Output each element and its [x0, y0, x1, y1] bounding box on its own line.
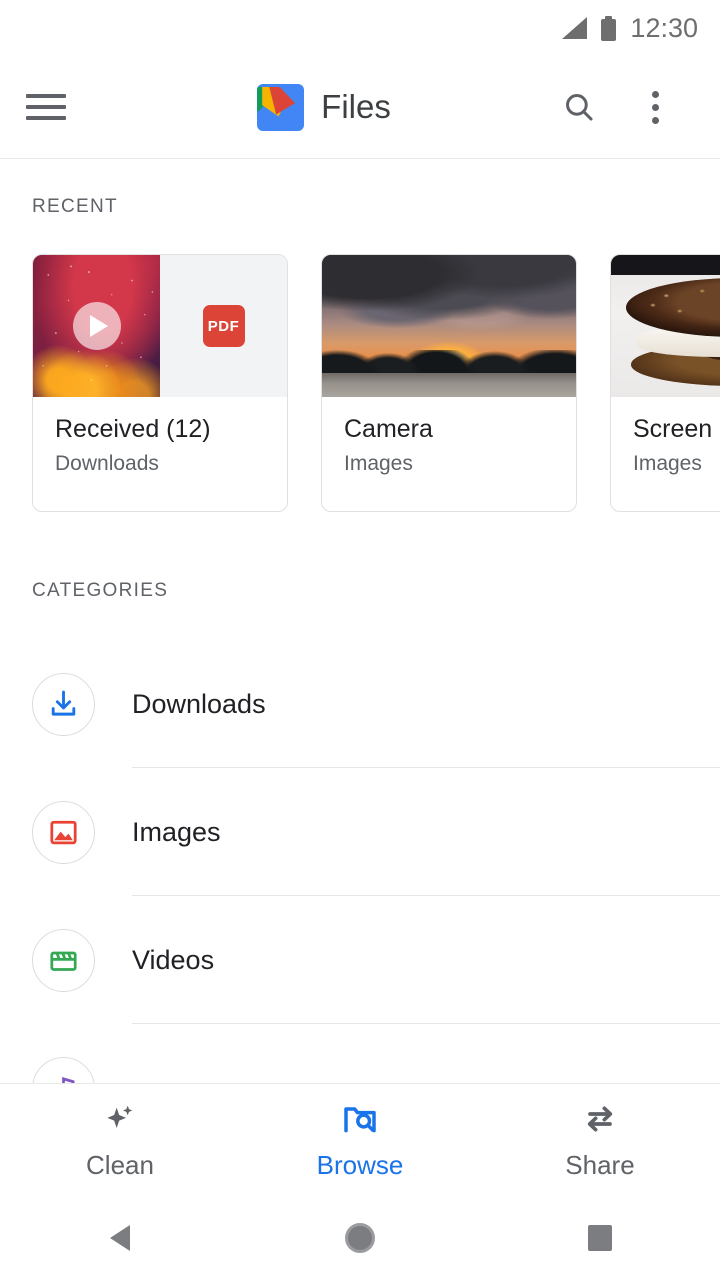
category-label: Images — [132, 817, 221, 848]
recent-card-meta: Received (12) Downloads — [33, 397, 287, 496]
recent-card-subtitle: Downloads — [55, 452, 265, 476]
nav-tab-label: Browse — [317, 1150, 404, 1181]
recent-card-meta: Camera Images — [322, 397, 576, 496]
recent-card-subtitle: Images — [344, 452, 554, 476]
recent-card-title: Camera — [344, 415, 554, 444]
search-icon[interactable] — [556, 84, 602, 130]
play-icon[interactable] — [73, 302, 121, 350]
recent-section-label: RECENT — [32, 196, 118, 218]
nav-tab-clean[interactable]: Clean — [0, 1099, 240, 1181]
recents-square-icon[interactable] — [480, 1225, 720, 1251]
more-vert-icon[interactable] — [632, 84, 678, 130]
back-triangle-icon[interactable] — [0, 1225, 240, 1251]
app-bar-divider — [0, 158, 720, 159]
category-row-videos[interactable]: Videos — [0, 896, 720, 1024]
app-screen: 12:30 Files RECENT — [0, 0, 720, 1280]
recent-card[interactable]: PDF Received (12) Downloads — [32, 254, 288, 512]
recent-card-subtitle: Images — [633, 452, 720, 476]
recent-card-thumbnail: PDF — [33, 255, 287, 397]
battery-full-icon — [601, 16, 616, 41]
signal-bars-icon — [561, 17, 587, 39]
recent-card-thumbnail — [322, 255, 576, 397]
home-circle-icon[interactable] — [240, 1223, 480, 1253]
category-label: Downloads — [132, 689, 266, 720]
recent-card-thumbnail — [611, 255, 720, 397]
status-bar-clock: 12:30 — [630, 13, 698, 44]
category-label: Videos — [132, 945, 214, 976]
recent-card-meta: Screen Images — [611, 397, 720, 496]
categories-section-label: CATEGORIES — [32, 580, 168, 602]
sunset-photo-thumbnail — [322, 255, 576, 397]
bottom-navigation-bar: Clean Browse Share — [0, 1083, 720, 1195]
nav-tab-label: Clean — [86, 1150, 154, 1181]
donut-photo-thumbnail — [611, 255, 720, 397]
download-icon — [32, 673, 95, 736]
category-row-downloads[interactable]: Downloads — [0, 640, 720, 768]
android-system-nav — [0, 1195, 720, 1280]
hamburger-menu-icon[interactable] — [0, 94, 92, 120]
video-clapperboard-icon — [32, 929, 95, 992]
app-bar-actions — [556, 84, 720, 130]
page-title: Files — [321, 88, 391, 126]
category-row-images[interactable]: Images — [0, 768, 720, 896]
folder-search-icon — [340, 1099, 380, 1139]
recent-cards-strip[interactable]: PDF Received (12) Downloads Camera Image… — [0, 254, 720, 512]
pdf-thumbnail: PDF — [160, 255, 287, 397]
recent-card[interactable]: Screen Images — [610, 254, 720, 512]
video-thumbnail — [33, 255, 160, 397]
categories-list: Downloads Images Videos — [0, 640, 720, 1152]
nav-tab-browse[interactable]: Browse — [240, 1099, 480, 1181]
google-files-logo-icon — [257, 84, 304, 131]
share-arrows-icon — [580, 1099, 620, 1139]
image-icon — [32, 801, 95, 864]
recent-card-title: Screen — [633, 415, 720, 444]
app-brand: Files — [92, 84, 556, 131]
status-bar: 12:30 — [0, 0, 720, 56]
sparkle-icon — [100, 1099, 140, 1139]
recent-card[interactable]: Camera Images — [321, 254, 577, 512]
app-bar: Files — [0, 56, 720, 158]
nav-tab-label: Share — [565, 1150, 634, 1181]
recent-card-title: Received (12) — [55, 415, 265, 444]
nav-tab-share[interactable]: Share — [480, 1099, 720, 1181]
pdf-file-badge: PDF — [203, 305, 245, 347]
